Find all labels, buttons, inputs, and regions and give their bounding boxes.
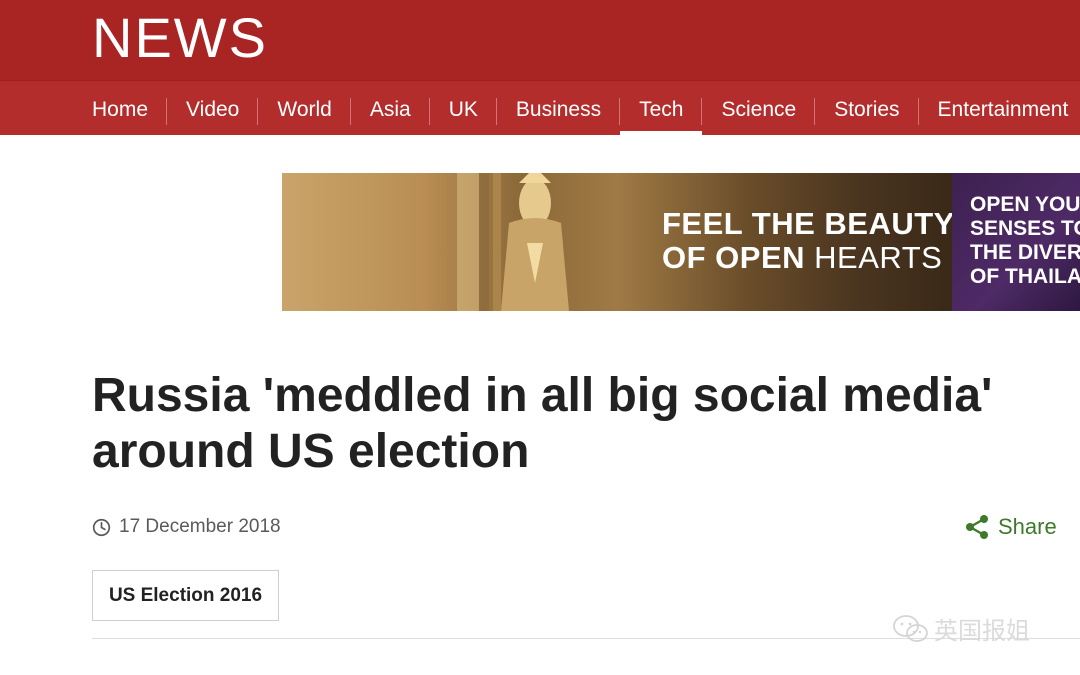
ad-headline-line: OF OPEN HEARTS	[662, 241, 955, 275]
nav-item-label: Video	[186, 98, 240, 121]
advertisement-banner[interactable]: FEEL THE BEAUTY OF OPEN HEARTS OPEN YOUR…	[282, 173, 1080, 311]
watermark: 英国报姐	[892, 611, 1030, 646]
nav-item-label: Entertainment	[937, 98, 1069, 121]
share-icon	[966, 515, 988, 539]
nav-item-video[interactable]: Video	[167, 81, 259, 136]
nav-item-uk[interactable]: UK	[430, 81, 497, 136]
share-button[interactable]: Share	[964, 514, 1057, 540]
news-logo[interactable]: NEWS	[92, 8, 268, 68]
ad-side-line: THE DIVERS	[970, 241, 1080, 264]
nav-item-label: Tech	[639, 98, 684, 121]
nav-item-label: Stories	[834, 98, 900, 121]
article-dateline: 17 December 2018	[92, 516, 281, 538]
clock-icon	[92, 518, 111, 536]
ad-headline-thin: HEARTS	[814, 240, 943, 275]
nav-item-home[interactable]: Home	[92, 81, 168, 136]
ad-side-line: OPEN YOUR	[970, 193, 1080, 216]
nav-item-science[interactable]: Science	[702, 81, 816, 136]
nav-item-label: Home	[92, 98, 149, 121]
statue-illustration	[457, 173, 569, 311]
nav-item-tech[interactable]: Tech	[620, 81, 703, 136]
main-navigation: Home Video World Asia UK Business Tech S…	[0, 80, 1080, 136]
share-label: Share	[998, 514, 1057, 539]
nav-item-stories[interactable]: Stories	[815, 81, 919, 136]
wechat-icon	[893, 614, 928, 642]
nav-item-label: World	[277, 98, 332, 121]
watermark-text: 英国报姐	[934, 618, 1030, 645]
nav-item-label: Science	[721, 98, 797, 121]
nav-item-label: Business	[515, 98, 602, 121]
ad-side-panel: OPEN YOUR SENSES TO THE DIVERS OF THAILA	[952, 173, 1080, 311]
nav-item-label: UK	[448, 98, 478, 121]
nav-item-asia[interactable]: Asia	[351, 81, 430, 136]
article-date: 17 December 2018	[119, 516, 281, 537]
topic-tag-us-election-2016[interactable]: US Election 2016	[92, 570, 279, 621]
ad-side-line: OF THAILA	[970, 265, 1080, 288]
nav-item-label: Asia	[369, 98, 411, 121]
ad-headline: FEEL THE BEAUTY OF OPEN HEARTS	[662, 207, 955, 275]
article-headline: Russia 'meddled in all big social media'…	[92, 369, 993, 478]
site-header: NEWS Home Video World Asia UK Business T…	[0, 0, 1080, 136]
ad-headline-bold: OF OPEN	[662, 240, 806, 275]
nav-item-business[interactable]: Business	[497, 81, 621, 136]
ad-headline-line: FEEL THE BEAUTY	[662, 206, 955, 241]
nav-item-world[interactable]: World	[258, 81, 351, 136]
ad-side-text: OPEN YOUR SENSES TO THE DIVERS OF THAILA	[970, 193, 1080, 289]
nav-item-entertainment[interactable]: Entertainment	[919, 81, 1080, 136]
ad-side-line: SENSES TO	[970, 217, 1080, 240]
